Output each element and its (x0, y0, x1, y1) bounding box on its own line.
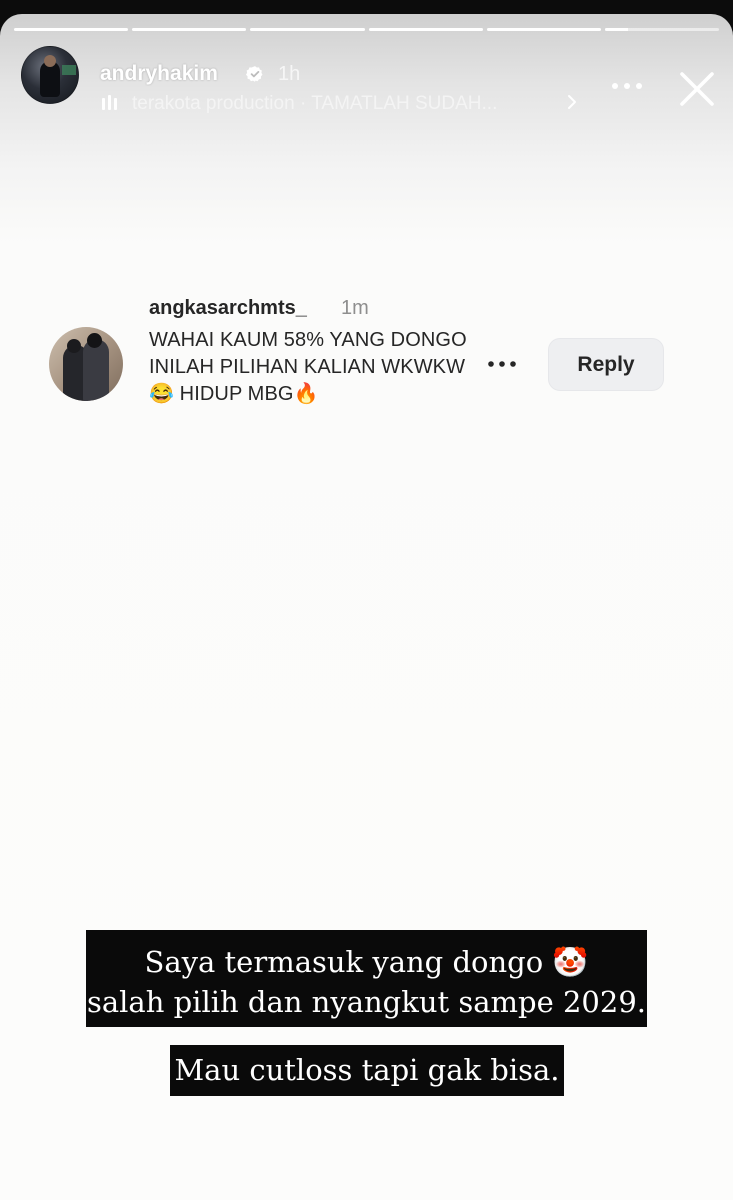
caption-block: Mau cutloss tapi gak bisa. (170, 1045, 564, 1096)
progress-segment (368, 28, 483, 31)
story-progress (14, 28, 720, 31)
story-viewer[interactable]: andryhakim 1h terakota production · TAMA… (0, 14, 733, 1200)
more-options-icon[interactable] (610, 80, 644, 92)
music-attribution[interactable]: terakota production · TAMATLAH SUDAH... (132, 93, 497, 115)
chevron-right-icon[interactable] (566, 94, 578, 110)
progress-segment-current (604, 28, 720, 31)
commenter-username: angkasarchmts_ (149, 297, 307, 319)
close-icon[interactable] (678, 70, 716, 108)
comment-time: 1m (341, 297, 369, 319)
audio-bars-icon (102, 95, 117, 110)
reply-button: Reply (548, 338, 664, 391)
commenter-avatar (49, 327, 123, 401)
author-avatar[interactable] (21, 46, 79, 104)
verified-badge-icon (246, 66, 263, 82)
caption-line: salah pilih dan nyangkut sampe 2029. (86, 985, 646, 1019)
caption-line: Mau cutloss tapi gak bisa. (174, 1053, 560, 1087)
progress-segment (132, 28, 247, 31)
progress-segment (250, 28, 365, 31)
story-time: 1h (278, 63, 301, 85)
more-horizontal-icon (488, 361, 516, 367)
progress-segment (486, 28, 601, 31)
caption-line: Saya termasuk yang dongo 🤡 (144, 945, 589, 979)
author-username[interactable]: andryhakim (100, 62, 218, 86)
progress-segment (14, 28, 129, 31)
comment-text: WAHAI KAUM 58% YANG DONGO INILAH PILIHAN… (149, 329, 467, 405)
caption-block: Saya termasuk yang dongo 🤡 salah pilih d… (86, 930, 647, 1027)
